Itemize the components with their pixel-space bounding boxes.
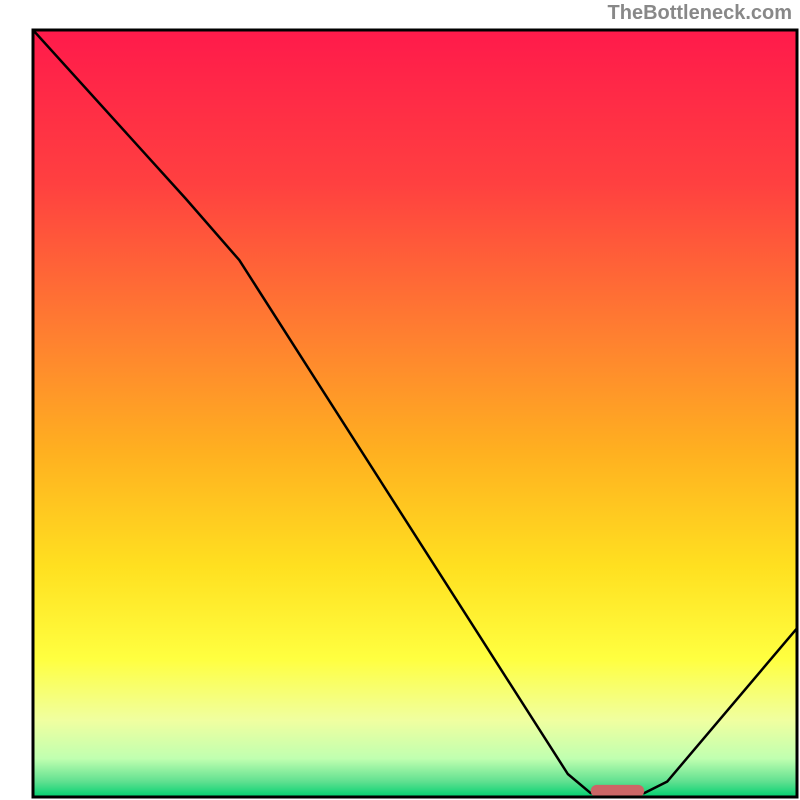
gradient-background [33, 30, 797, 797]
bottleneck-chart [0, 0, 800, 800]
optimal-marker [591, 785, 644, 797]
chart-container: TheBottleneck.com [0, 0, 800, 800]
attribution-text: TheBottleneck.com [608, 2, 792, 25]
